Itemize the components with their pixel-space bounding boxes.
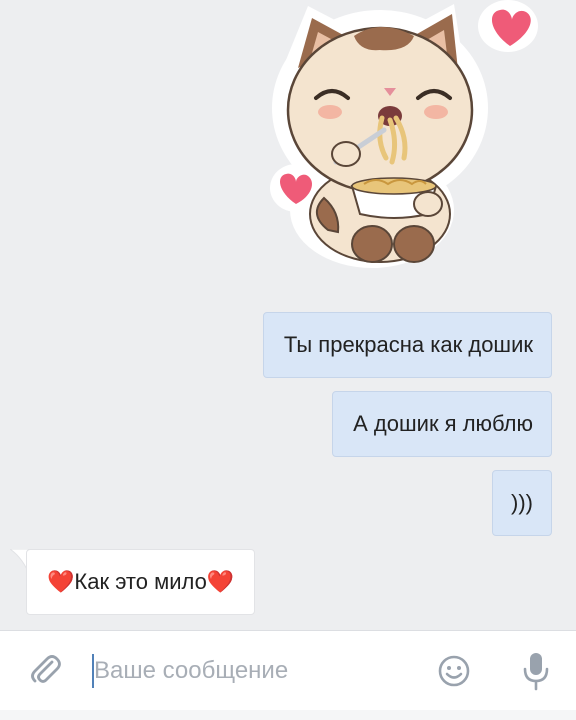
message-composer [0,630,576,711]
bottom-edge [0,710,576,720]
microphone-icon[interactable] [522,651,550,691]
cat-sticker-message[interactable] [268,0,540,270]
smiley-icon[interactable] [438,655,470,687]
heart-emoji-left: ❤️ [47,569,75,594]
message-text: ))) [511,490,533,515]
message-text: А дошик я люблю [353,411,533,436]
message-text: Как это мило [74,569,207,594]
incoming-message[interactable]: ❤️Как это мило❤️ [26,549,256,615]
cat-eating-noodles-sticker-icon [270,0,538,268]
message-text: Ты прекрасна как дошик [283,332,533,357]
outgoing-message[interactable]: Ты прекрасна как дошик [262,312,552,378]
paperclip-icon[interactable] [28,653,62,687]
message-list: Ты прекрасна как дошик А дошик я люблю )… [0,0,576,630]
outgoing-message[interactable]: А дошик я люблю [332,391,552,457]
message-input[interactable] [92,653,414,689]
heart-emoji-right: ❤️ [206,569,235,594]
outgoing-message[interactable]: ))) [492,470,552,536]
